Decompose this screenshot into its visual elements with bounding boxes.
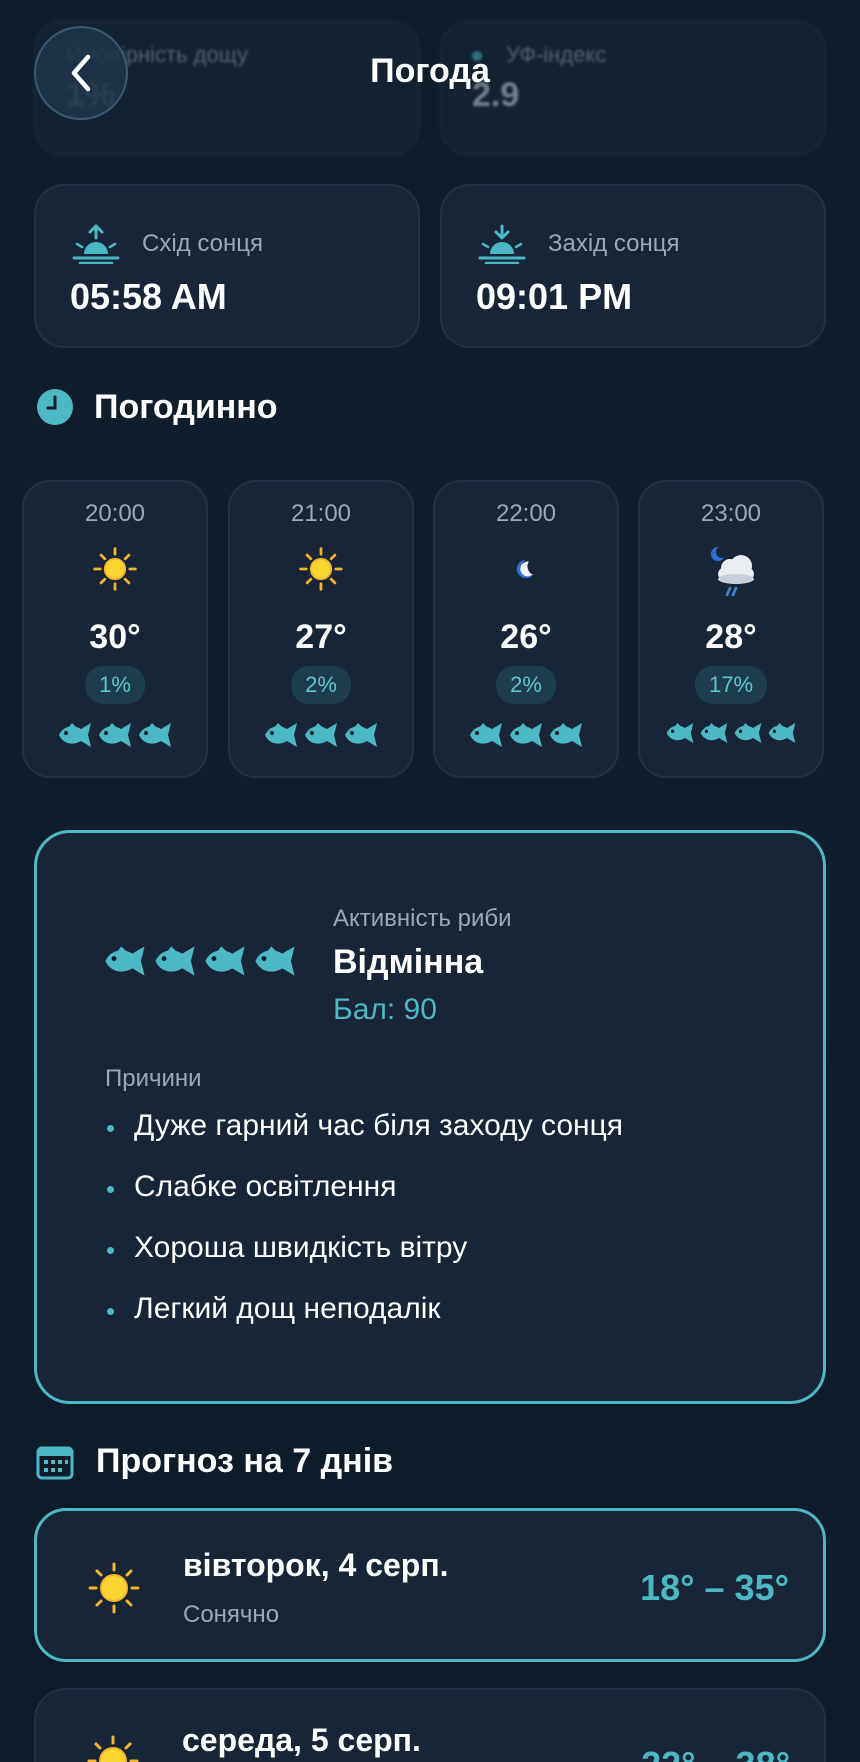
hourly-title: Погодинно [94,388,278,426]
forecast-day-name: середа, 5 серп. [182,1722,421,1758]
sun-icon [296,544,346,594]
hourly-time: 23:00 [700,500,762,527]
forecast-day-card[interactable]: середа, 5 серп. 22° – 38° [34,1688,826,1762]
reasons-label: Причини [105,1065,202,1092]
fish-icon [343,722,379,753]
forecast-title: Прогноз на 7 днів [96,1442,394,1480]
reason-item: Дуже гарний час біля заходу сонця [107,1109,623,1170]
forecast-day-condition: Сонячно [183,1601,280,1628]
forecast-day-range: 22° – 38° [641,1744,790,1762]
hourly-temp: 27° [295,618,347,656]
hourly-card[interactable]: 22:00 26° 2% [433,480,619,778]
forecast-day-name: вівторок, 4 серп. [183,1547,449,1583]
fish-icon [263,722,299,753]
reason-item: Хороша швидкість вітру [107,1231,623,1292]
bullet-icon [107,1247,114,1254]
sunset-icon [478,224,526,264]
sunset-label: Захід сонця [548,230,680,257]
fish-rating [230,722,412,753]
reasons-list: Дуже гарний час біля заходу сонця Слабке… [107,1109,623,1353]
fish-icon [733,722,763,749]
sunset-card: Захід сонця 09:01 PM [440,184,826,348]
hourly-card[interactable]: 20:00 30° 1% [22,480,208,778]
reason-item: Слабке освітлення [107,1170,623,1231]
activity-label: Активність риби [333,905,512,932]
bullet-icon [107,1308,114,1315]
moon-icon [501,544,551,594]
page-title: Погода [370,52,490,90]
precip-badge: 1% [85,666,145,704]
fish-rating [640,722,822,749]
reason-item: Легкий дощ неподалік [107,1292,623,1353]
calendar-icon [36,1446,74,1480]
hourly-card[interactable]: 21:00 27° 2% [228,480,414,778]
hourly-time: 21:00 [290,500,352,527]
precip-badge: 2% [496,666,556,704]
fish-icon [97,722,133,753]
fish-icon [253,945,297,982]
activity-score: Бал: 90 [333,993,437,1026]
fish-icon [137,722,173,753]
forecast-day-card[interactable]: вівторок, 4 серп. Сонячно 18° – 35° [34,1508,826,1662]
sunset-value: 09:01 PM [476,276,633,317]
hourly-time: 20:00 [84,500,146,527]
fish-icon [468,722,504,753]
activity-value: Відмінна [333,943,484,981]
fish-icon [699,722,729,749]
sunrise-value: 05:58 AM [70,276,227,317]
fish-icon [767,722,797,749]
bullet-icon [107,1186,114,1193]
hourly-time: 22:00 [495,500,557,527]
sunrise-label: Схід сонця [142,230,263,257]
precip-badge: 17% [694,666,768,704]
night-rain-cloud-icon [706,544,756,597]
fish-icon [103,945,147,982]
sun-icon [87,1735,139,1762]
forecast-day-range: 18° – 35° [640,1567,789,1608]
sun-icon [90,544,140,594]
fish-icon [153,945,197,982]
fish-icon [508,722,544,753]
fish-rating [24,722,206,753]
sunrise-card: Схід сонця 05:58 AM [34,184,420,348]
hourly-temp: 30° [89,618,141,656]
clock-icon [37,389,73,425]
sun-icon [88,1562,140,1614]
fish-rating [103,945,297,982]
fish-activity-card: Активність риби Відмінна Бал: 90 Причини… [34,830,826,1404]
hourly-temp: 28° [705,618,757,656]
hourly-temp: 26° [500,618,552,656]
sunrise-icon [72,224,120,264]
fish-icon [303,722,339,753]
weather-screen: Ймовірність дощу 1% УФ-індекс 2.9 Погода… [0,0,860,1762]
fish-icon [203,945,247,982]
precip-badge: 2% [291,666,351,704]
fish-icon [548,722,584,753]
fish-icon [57,722,93,753]
bullet-icon [107,1125,114,1132]
fish-icon [665,722,695,749]
fish-rating [435,722,617,753]
hourly-card[interactable]: 23:00 28° 17% [638,480,824,778]
